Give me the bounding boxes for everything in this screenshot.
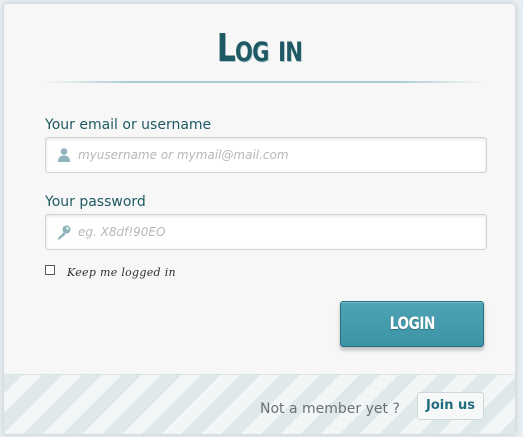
username-placeholder: myusername or mymail@mail.com [78,148,289,162]
keep-logged-in-label[interactable]: Keep me logged in [67,266,176,280]
keep-logged-in-checkbox[interactable] [45,265,55,275]
username-label: Your email or username [45,117,212,133]
page-title: Log in [216,26,303,70]
login-panel: Log in Your email or username myusername… [3,3,516,435]
login-button[interactable]: LOGIN [340,301,484,347]
signup-footer: Not a member yet ? Join us [4,374,515,434]
password-label: Your password [45,194,146,210]
join-us-button[interactable]: Join us [417,392,484,420]
login-button-label: LOGIN [389,314,435,334]
title-divider [44,81,484,83]
user-icon [56,147,72,163]
key-icon [56,224,72,240]
password-field[interactable]: eg. X8df!90EO [45,214,487,250]
not-member-text: Not a member yet ? [260,401,400,417]
username-field[interactable]: myusername or mymail@mail.com [45,137,487,173]
password-placeholder: eg. X8df!90EO [78,225,166,239]
